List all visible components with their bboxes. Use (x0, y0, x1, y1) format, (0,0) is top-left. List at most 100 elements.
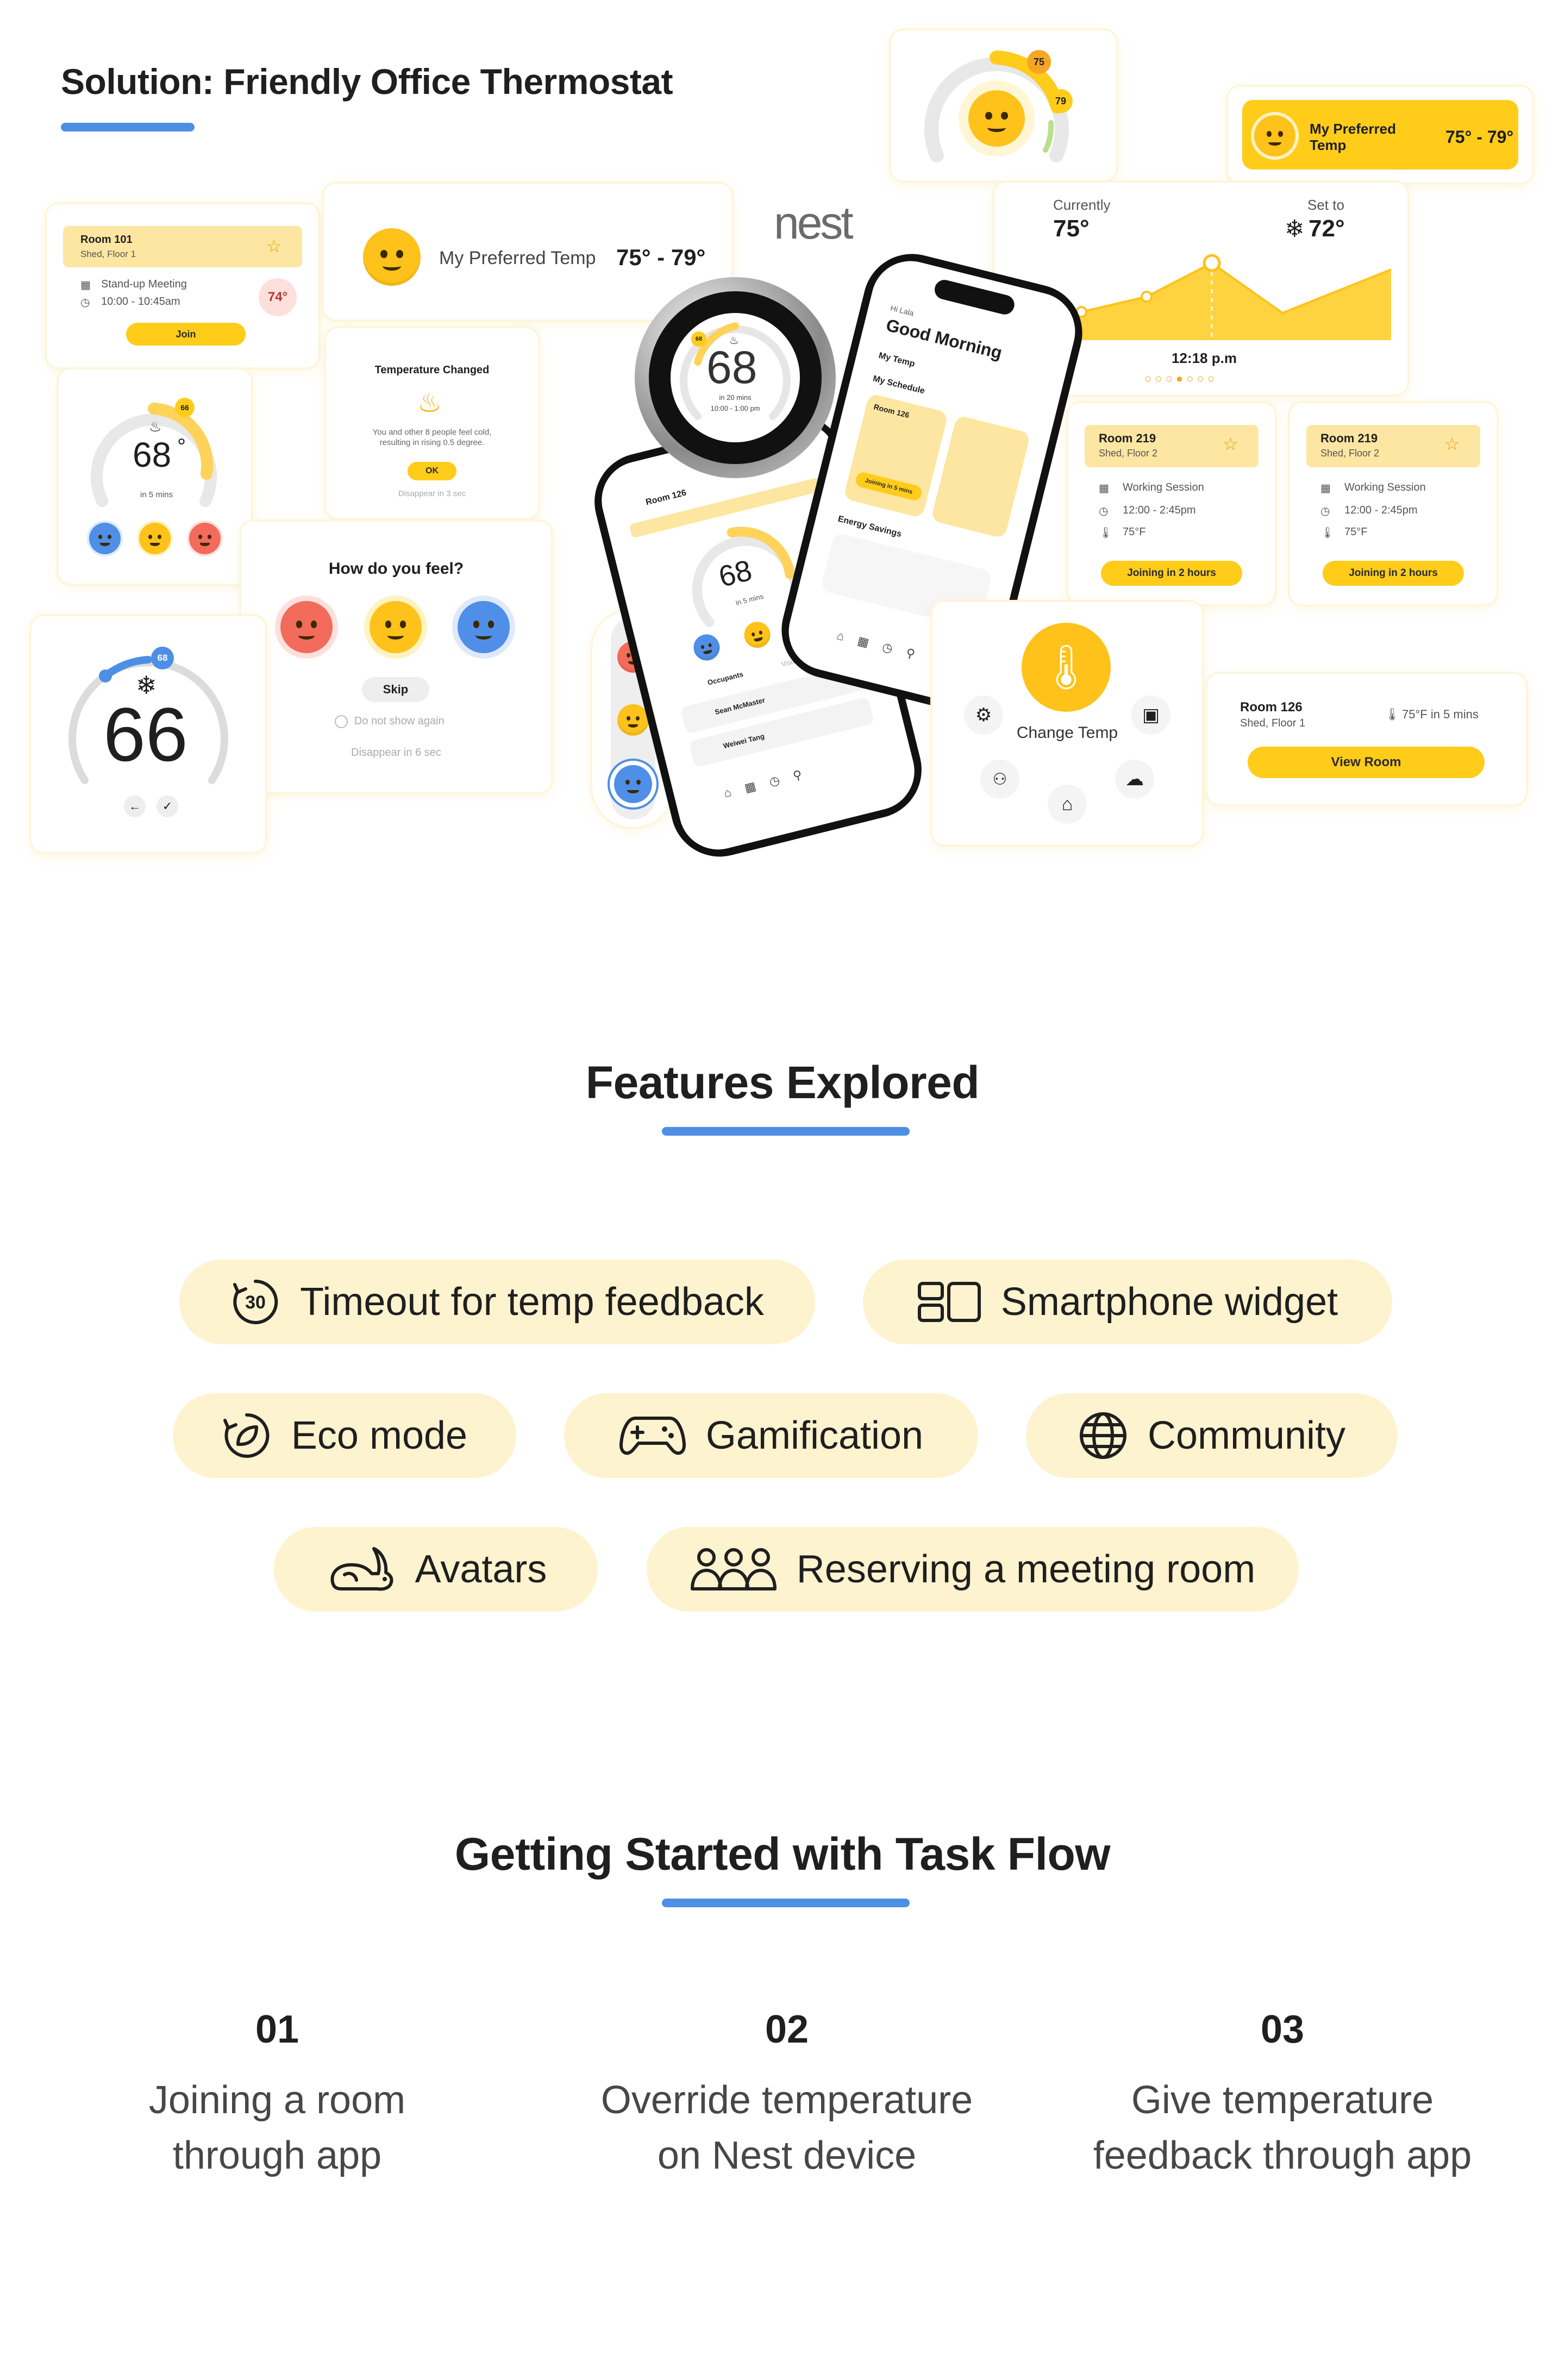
gamepad-icon (619, 1417, 686, 1455)
step-number: 03 (1260, 2008, 1305, 2051)
room-location: Shed, Floor 2 (1099, 448, 1158, 459)
step-description: Give temperature feedback through app (1022, 2072, 1543, 2183)
thermometer-icon[interactable]: 🌡 (1022, 623, 1111, 712)
back-arrow-icon[interactable]: ← (124, 796, 146, 817)
join-button[interactable]: Join (126, 323, 246, 346)
room-name: Room 101 (80, 234, 133, 246)
feature-label: Avatars (415, 1548, 547, 1591)
temp-changed-card: Temperature Changed ♨ You and other 8 pe… (326, 328, 538, 518)
dial-unit: ° (177, 435, 186, 459)
view-room-button[interactable]: View Room (1248, 747, 1485, 778)
bottom-nav[interactable]: ⌂▦◷⚲ (835, 629, 930, 665)
star-icon[interactable]: ☆ (1223, 434, 1238, 454)
cold-face-icon[interactable] (89, 523, 121, 554)
device-value: 68 (706, 342, 758, 393)
step-number: 01 (255, 2008, 299, 2051)
happy-face-icon (1254, 115, 1295, 156)
joining-button[interactable]: Joining in 2 hours (1101, 561, 1242, 586)
group-icon (690, 1548, 777, 1590)
temp-changed-note: Disappear in 3 sec (398, 489, 466, 498)
room-card-219: Room 219 Shed, Floor 2 ☆ ▦ Working Sessi… (1068, 403, 1275, 604)
nest-device: 68 ♨ 68 in 20 mins 10:00 - 1:00 pm (635, 277, 836, 478)
event-name: Working Session (1344, 481, 1426, 493)
gear-icon[interactable]: ⚙ (964, 696, 1003, 735)
schedule-icon[interactable]: ▣ (1131, 696, 1170, 735)
cold-face-icon[interactable] (458, 601, 510, 653)
device-note: in 20 mins (719, 393, 752, 402)
bottom-nav[interactable]: ⌂▦◷⚲ (722, 764, 817, 800)
widget-icon (917, 1282, 981, 1322)
dial-68-card: 66 ♨ 68 ° in 5 mins (59, 369, 251, 584)
check-icon[interactable]: ✓ (156, 796, 178, 817)
happy-face-icon (968, 90, 1025, 147)
skip-button[interactable]: Skip (362, 677, 429, 702)
room-name: Room 219 (1320, 431, 1378, 445)
temp-changed-body: You and other 8 people feel cold, result… (372, 428, 492, 447)
hot-face-icon[interactable] (189, 523, 221, 554)
joining-button[interactable]: Joining in 2 hours (1323, 561, 1464, 586)
cold-face-icon[interactable] (614, 765, 652, 803)
clock-icon: ◷ (1099, 505, 1109, 517)
dial-value: 66 (103, 692, 188, 777)
ok-button[interactable]: OK (408, 462, 456, 480)
step-line: Joining a room (148, 2078, 406, 2122)
event-time: 10:00 - 10:45am (101, 296, 180, 308)
globe-icon (1079, 1412, 1126, 1459)
room-card-101: Room 101 Shed, Floor 1 ☆ ▦ Stand-up Meet… (47, 204, 318, 367)
cloud-icon[interactable]: ☁ (1115, 760, 1154, 799)
no-show-checkbox[interactable] (335, 715, 348, 728)
step-description: Joining a room through app (16, 2072, 538, 2183)
home-icon[interactable]: ⌂ (1048, 785, 1087, 824)
feel-note: Disappear in 6 sec (351, 747, 441, 759)
step-line: feedback through app (1093, 2134, 1472, 2177)
feature-pill-meeting-room: Reserving a meeting room (647, 1527, 1299, 1612)
room-temp-note: 75°F in 5 mins (1402, 707, 1479, 721)
feature-label: Eco mode (291, 1414, 468, 1457)
star-icon[interactable]: ☆ (266, 236, 282, 256)
widget-label: My Preferred Temp (1310, 121, 1396, 153)
eco-icon (223, 1413, 270, 1458)
taskflow-underline (662, 1899, 910, 1907)
preferred-temp-widget: My Preferred Temp 75° - 79° (1228, 87, 1532, 183)
step-line: Give temperature (1131, 2078, 1434, 2122)
chart-time: 12:18 p.m (1172, 350, 1237, 366)
feature-pill-widget: Smartphone widget (863, 1260, 1392, 1344)
feature-pill-community: Community (1026, 1393, 1398, 1478)
dial-note: in 5 mins (140, 490, 173, 499)
feature-label: Gamification (705, 1414, 924, 1457)
taskflow-title: Getting Started with Task Flow (454, 1828, 1111, 1880)
happy-face-icon[interactable] (370, 601, 422, 653)
feature-label: Smartphone widget (1000, 1280, 1338, 1324)
happy-face-icon[interactable] (617, 704, 649, 736)
happy-face-icon[interactable] (139, 523, 171, 554)
room-temp: 75°F (1123, 526, 1146, 538)
feature-pill-avatars: Avatars (274, 1527, 598, 1612)
features-title: Features Explored (585, 1057, 980, 1108)
star-icon[interactable]: ☆ (1444, 434, 1460, 454)
preferred-temp-card: My Preferred Temp 75° - 79° (324, 184, 731, 320)
preferred-label: My Preferred Temp (439, 248, 596, 268)
people-icon[interactable]: ⚇ (980, 760, 1019, 799)
room-card-126: Room 126 Shed, Floor 1 🌡 75°F in 5 mins … (1207, 674, 1526, 804)
calendar-icon: ▦ (80, 279, 91, 291)
room-location: Shed, Floor 1 (1240, 717, 1306, 729)
no-show-label: Do not show again (354, 715, 445, 727)
calendar-icon: ▦ (1320, 483, 1331, 494)
feel-card: How do you feel? Skip Do not show again … (241, 522, 551, 792)
tab-occupants[interactable]: Occupants (706, 670, 744, 687)
pager-dots[interactable]: ○○○●○○○ (1144, 372, 1218, 386)
thermometer-icon: 🌡 (1385, 707, 1400, 721)
feature-label: Reserving a meeting room (796, 1548, 1256, 1591)
clock-icon: ◷ (80, 297, 90, 309)
flame-icon: ♨ (149, 418, 162, 435)
my-schedule-label: My Schedule (872, 374, 926, 396)
my-temp-label: My Temp (878, 350, 916, 369)
dial-value: 68 (133, 435, 172, 474)
hot-face-icon[interactable] (280, 601, 333, 653)
room-location: Shed, Floor 2 (1320, 448, 1380, 459)
step-number: 02 (765, 2008, 809, 2051)
event-time: 12:00 - 2:45pm (1123, 504, 1196, 516)
step-description: Override temperature on Nest device (526, 2072, 1048, 2183)
room-name: Room 126 (1240, 700, 1303, 715)
rabbit-icon (330, 1547, 393, 1591)
